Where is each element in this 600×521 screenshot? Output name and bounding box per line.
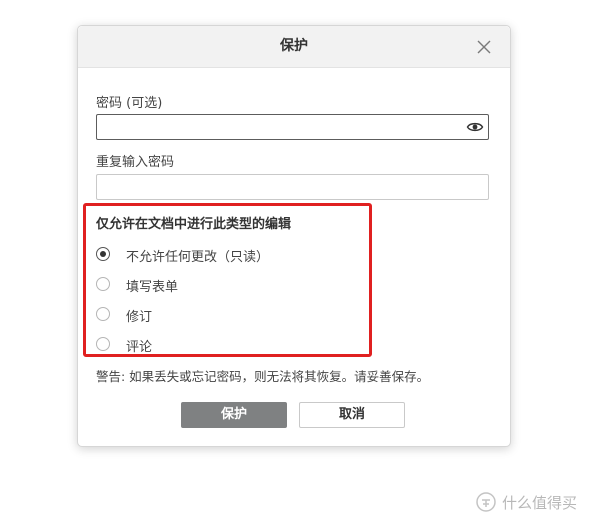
password-field[interactable] bbox=[96, 114, 489, 140]
watermark-logo-icon bbox=[476, 492, 496, 512]
close-button[interactable] bbox=[474, 37, 494, 57]
eye-icon bbox=[466, 122, 484, 132]
repeat-password-field[interactable] bbox=[96, 174, 489, 200]
repeat-password-label: 重复输入密码 bbox=[96, 155, 175, 170]
protect-button[interactable]: 保护 bbox=[181, 402, 287, 428]
watermark-text: 什么值得买 bbox=[502, 494, 578, 512]
cancel-button[interactable]: 取消 bbox=[299, 402, 405, 428]
warning-text: 警告: 如果丢失或忘记密码，则无法将其恢复。请妥善保存。 bbox=[96, 369, 430, 384]
dialog-title: 保护 bbox=[280, 38, 308, 54]
close-icon bbox=[477, 40, 491, 54]
dialog-header: 保护 bbox=[78, 26, 510, 68]
show-password-button[interactable] bbox=[466, 119, 484, 135]
password-label: 密码 (可选) bbox=[96, 96, 163, 111]
watermark: 什么值得买 bbox=[476, 490, 596, 512]
highlight-annotation-box bbox=[83, 203, 372, 357]
